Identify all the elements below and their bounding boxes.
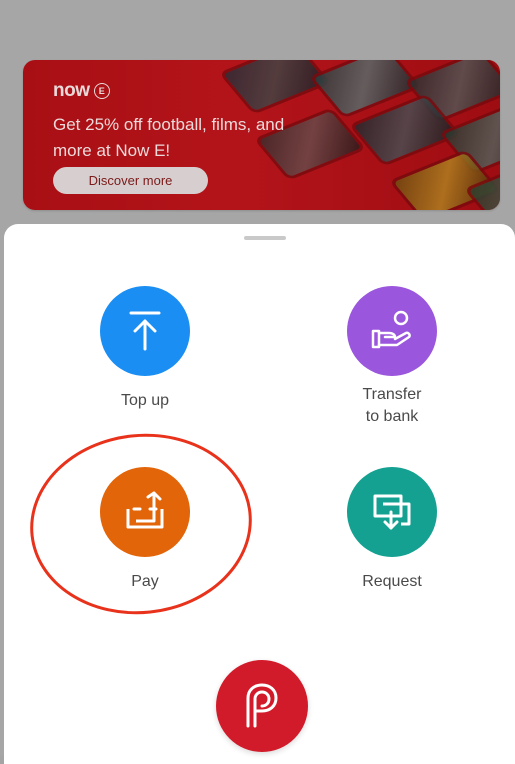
brand-fab-button[interactable] (216, 660, 308, 752)
banner-text: Get 25% off football, films, and more at… (53, 115, 285, 160)
pay-label: Pay (131, 573, 159, 590)
now-e-logo: now E (53, 80, 110, 102)
banner-brand: now (53, 80, 90, 101)
request-in-icon (373, 494, 411, 530)
top-up-button[interactable]: Top up (75, 286, 215, 412)
pay-circle[interactable] (100, 467, 190, 557)
transfer-to-bank-button[interactable]: Transfer to bank (322, 286, 462, 428)
banner-thumbnail (218, 60, 332, 115)
top-up-circle[interactable] (100, 286, 190, 376)
upload-arrow-icon (129, 311, 161, 351)
pay-button[interactable]: Pay (75, 467, 215, 593)
discover-more-button[interactable]: Discover more (53, 167, 208, 194)
brand-p-icon (246, 683, 278, 728)
sheet-drag-handle[interactable] (244, 236, 286, 240)
promo-banner[interactable]: now E Get 25% off football, films, and m… (23, 60, 500, 210)
request-button[interactable]: Request (322, 467, 462, 593)
hand-coin-icon (371, 310, 411, 349)
top-up-label: Top up (120, 392, 170, 409)
transfer-circle[interactable] (347, 286, 437, 376)
request-circle[interactable] (347, 467, 437, 557)
transfer-label: Transfer to bank (362, 386, 422, 425)
request-label: Request (362, 573, 422, 590)
share-out-icon (126, 491, 164, 529)
banner-brand-badge: E (93, 83, 110, 99)
